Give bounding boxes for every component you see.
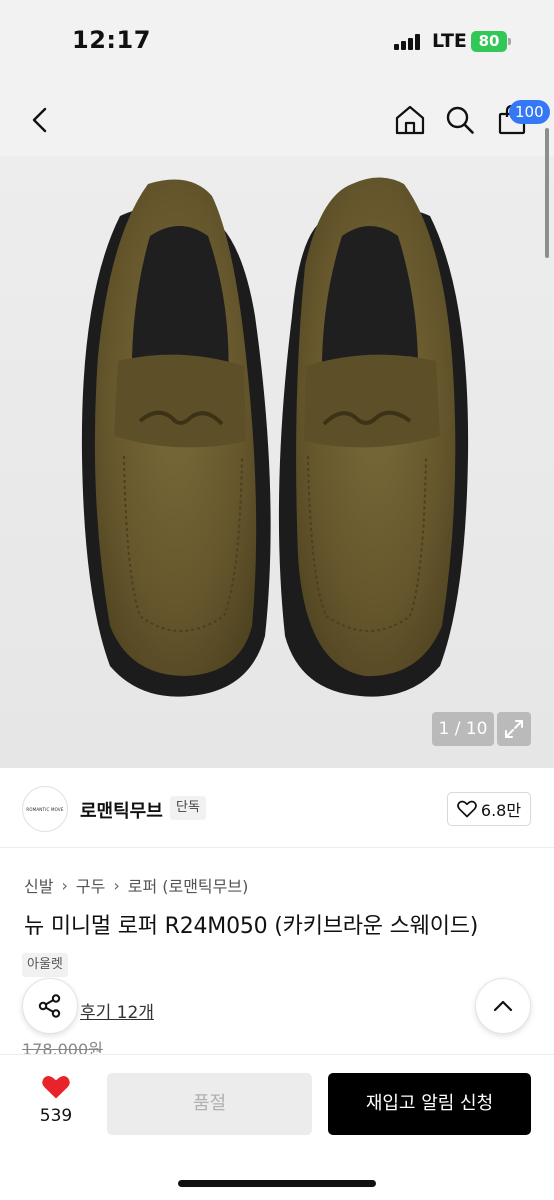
breadcrumb: 신발 › 구두 › 로퍼 (로맨틱무브) xyxy=(24,873,248,897)
search-button[interactable] xyxy=(438,84,482,156)
restock-alert-button[interactable]: 재입고 알림 신청 xyxy=(328,1073,531,1135)
brand-like-count: 6.8만 xyxy=(480,801,522,820)
product-title: 뉴 미니멀 로퍼 R24M050 (카키브라운 스웨이드) xyxy=(24,914,479,939)
brand-row: ROMANTIC MOVE 로맨틱무브 단독 6.8만 xyxy=(0,770,554,848)
chevron-right-icon: › xyxy=(61,875,68,895)
brand-like-button[interactable]: 6.8만 xyxy=(447,792,531,826)
exclusive-tag: 단독 xyxy=(170,796,206,820)
brand-logo[interactable]: ROMANTIC MOVE xyxy=(22,786,68,832)
product-image[interactable] xyxy=(0,156,554,768)
signal-icon xyxy=(394,34,420,50)
battery-icon: 80 xyxy=(471,31,507,52)
heart-outline-icon xyxy=(457,800,477,818)
wishlist-count: 539 xyxy=(39,1106,73,1126)
share-button[interactable] xyxy=(22,978,78,1034)
expand-button[interactable] xyxy=(497,712,531,746)
nav-header xyxy=(0,84,554,156)
breadcrumb-item[interactable]: 신발 xyxy=(24,873,53,897)
chevron-up-icon xyxy=(493,1000,513,1012)
brand-name[interactable]: 로맨틱무브 xyxy=(80,797,163,823)
network-label: LTE xyxy=(432,30,467,52)
status-time: 12:17 xyxy=(72,26,151,54)
brand-logo-text: ROMANTIC MOVE xyxy=(26,806,64,812)
status-bar: 12:17 LTE 80 xyxy=(0,0,554,84)
share-icon xyxy=(38,994,61,1018)
expand-icon xyxy=(505,720,523,738)
chevron-left-icon xyxy=(32,107,47,133)
cart-count-badge: 100 xyxy=(509,100,550,124)
home-icon xyxy=(395,105,425,135)
outlet-tag: 아울렛 xyxy=(22,953,68,977)
back-button[interactable] xyxy=(18,84,62,156)
image-counter: 1 / 10 xyxy=(432,712,494,746)
loafer-photo xyxy=(81,177,469,697)
search-icon xyxy=(446,106,474,134)
review-link[interactable]: 후기 12개 xyxy=(80,998,154,1023)
home-indicator xyxy=(178,1180,376,1187)
home-button[interactable] xyxy=(388,84,432,156)
breadcrumb-item[interactable]: 구두 xyxy=(76,873,105,897)
wishlist-button[interactable]: 539 xyxy=(30,1074,82,1126)
battery-tip xyxy=(508,38,511,45)
scroll-top-button[interactable] xyxy=(475,978,531,1034)
scroll-indicator[interactable] xyxy=(545,128,549,258)
heart-filled-icon xyxy=(42,1076,70,1099)
chevron-right-icon: › xyxy=(113,875,120,895)
soldout-button[interactable]: 품절 xyxy=(107,1073,312,1135)
breadcrumb-item[interactable]: 로퍼 (로맨틱무브) xyxy=(128,873,249,897)
